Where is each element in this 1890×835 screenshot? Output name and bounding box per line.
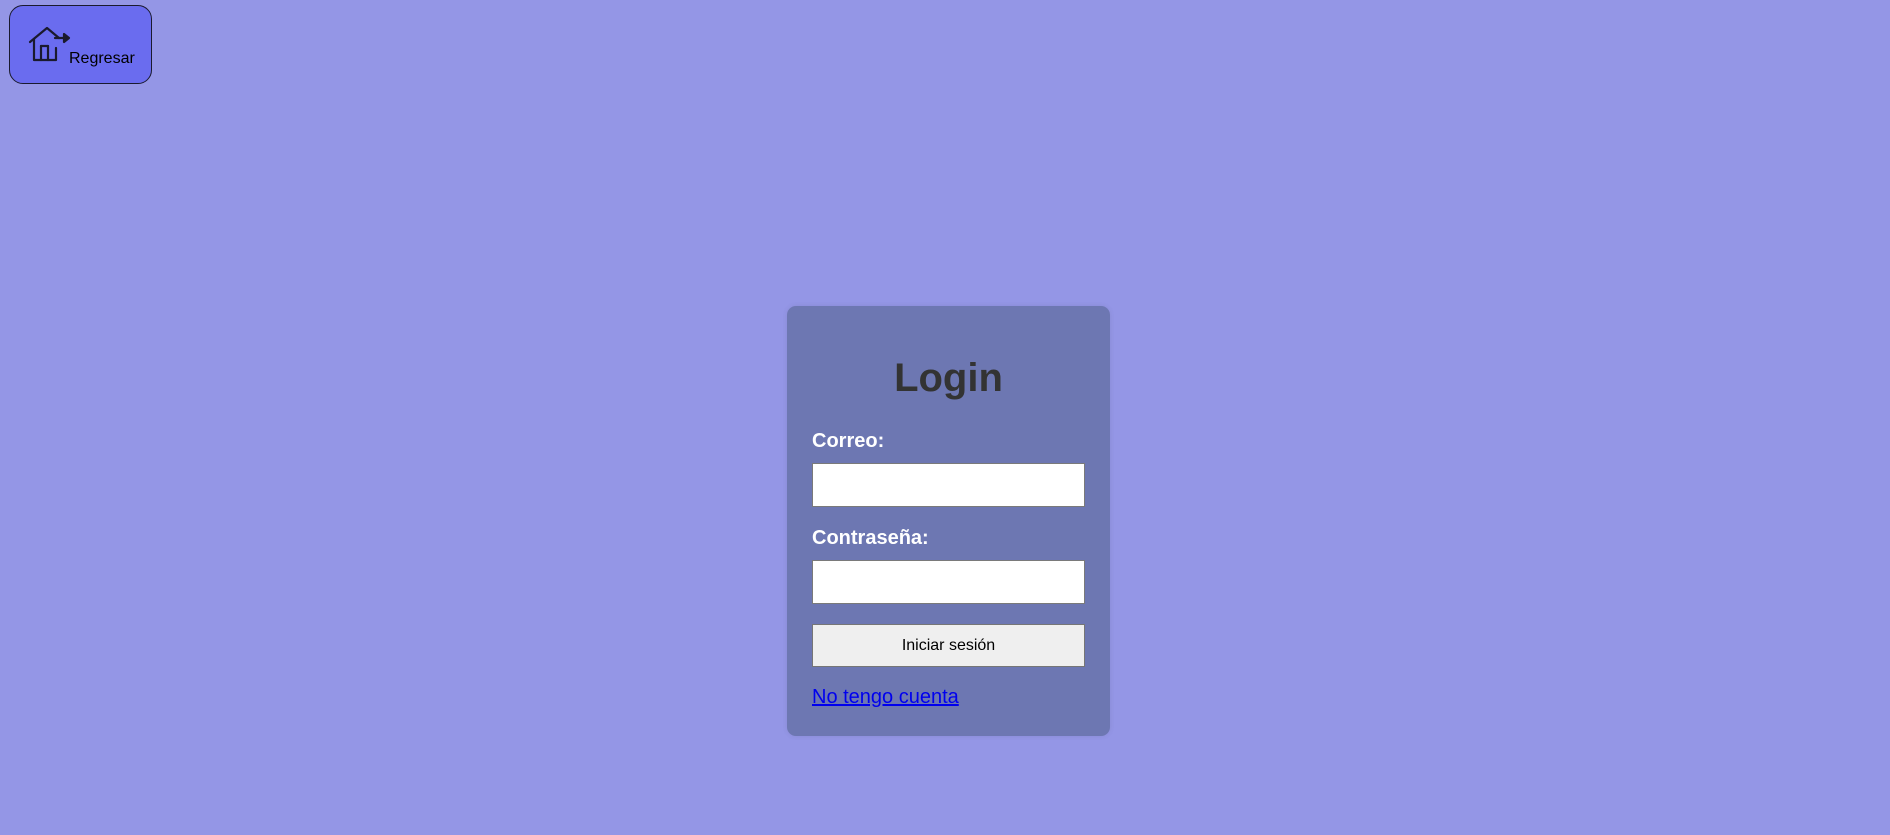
back-button-label: Regresar bbox=[69, 50, 135, 67]
login-card: Login Correo: Contraseña: Iniciar sesión… bbox=[787, 306, 1110, 736]
password-field[interactable] bbox=[812, 560, 1085, 604]
signup-link[interactable]: No tengo cuenta bbox=[812, 686, 959, 709]
back-button[interactable]: Regresar bbox=[9, 5, 152, 84]
email-field[interactable] bbox=[812, 463, 1085, 507]
email-label: Correo: bbox=[812, 430, 885, 452]
password-label: Contraseña: bbox=[812, 527, 929, 549]
login-title: Login bbox=[894, 356, 1003, 400]
home-arrow-icon bbox=[28, 26, 71, 62]
login-submit-button[interactable]: Iniciar sesión bbox=[812, 624, 1085, 667]
